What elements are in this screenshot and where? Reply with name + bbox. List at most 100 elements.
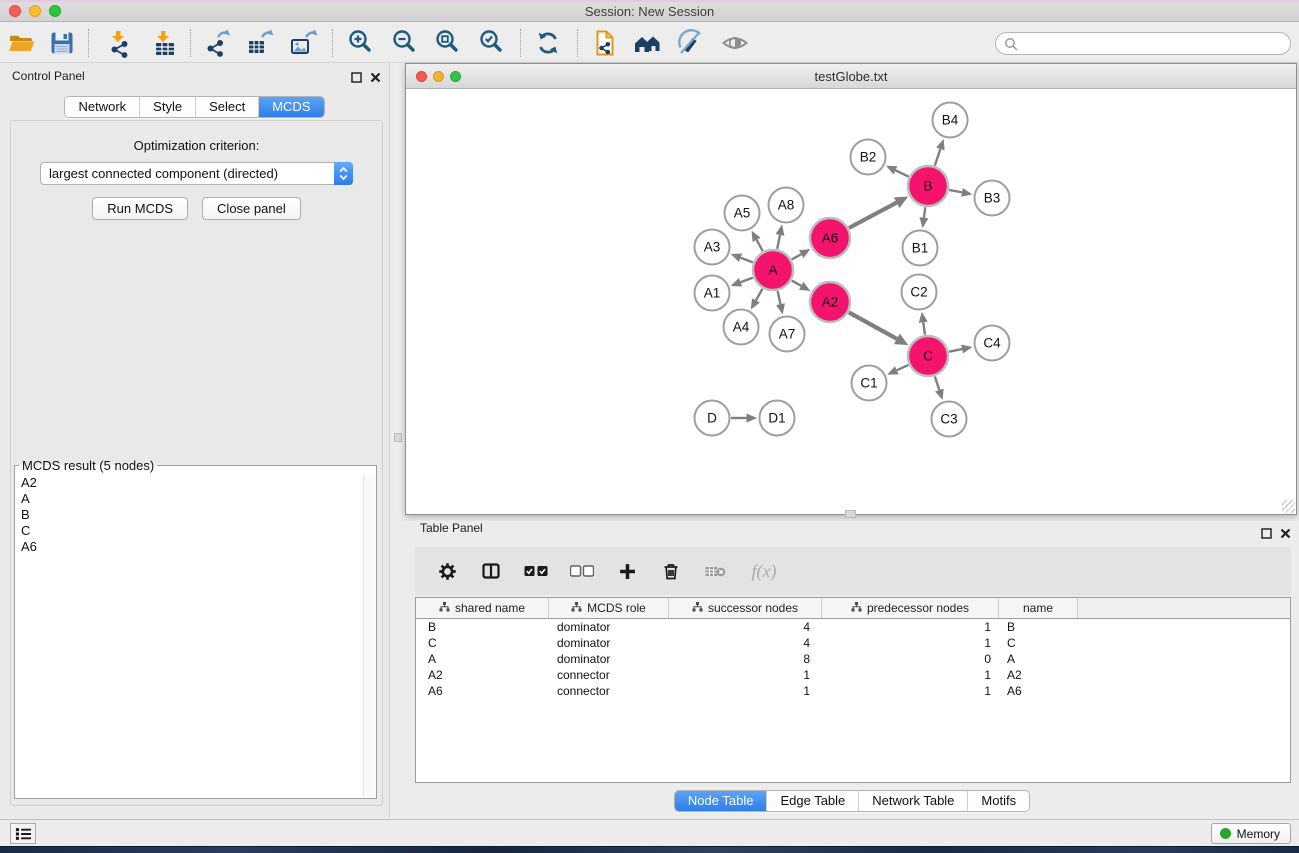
mcds-result-item[interactable]: A2 bbox=[16, 475, 363, 491]
save-session-button[interactable] bbox=[46, 27, 78, 59]
show-hide-panel-button[interactable] bbox=[719, 27, 751, 59]
graph-edge-B-B4[interactable] bbox=[935, 139, 945, 166]
graph-node-B2[interactable]: B2 bbox=[851, 140, 886, 175]
table-row[interactable]: A2connector11A2 bbox=[416, 667, 1290, 683]
tab-network[interactable]: Network bbox=[65, 97, 139, 117]
graph-edge-A-A6[interactable] bbox=[792, 249, 811, 259]
graph-edge-A-A1[interactable] bbox=[731, 278, 753, 287]
graph-node-D[interactable]: D bbox=[695, 401, 730, 436]
create-column-button[interactable] bbox=[615, 559, 639, 583]
graph-node-D1[interactable]: D1 bbox=[760, 401, 795, 436]
export-network-button[interactable] bbox=[202, 27, 234, 59]
graph-node-B4[interactable]: B4 bbox=[933, 103, 968, 138]
graph-node-A6[interactable]: A6 bbox=[810, 218, 850, 258]
column-header-name[interactable]: name bbox=[999, 598, 1078, 618]
graph-edge-A-A5[interactable] bbox=[752, 231, 763, 252]
graph-edge-B-B1[interactable] bbox=[919, 207, 928, 228]
graph-node-C1[interactable]: C1 bbox=[852, 366, 887, 401]
memory-button[interactable]: Memory bbox=[1211, 823, 1291, 844]
graph-node-A2[interactable]: A2 bbox=[810, 282, 850, 322]
graph-edge-A-A7[interactable] bbox=[776, 291, 785, 314]
close-table-panel-icon[interactable] bbox=[1280, 526, 1291, 544]
graph-node-C2[interactable]: C2 bbox=[902, 275, 937, 310]
column-header-shared-name[interactable]: shared name bbox=[416, 598, 549, 618]
select-all-columns-button[interactable] bbox=[523, 559, 549, 583]
mcds-result-item[interactable]: A bbox=[16, 491, 363, 507]
tab-network-table[interactable]: Network Table bbox=[858, 791, 967, 811]
delete-column-button[interactable] bbox=[659, 559, 683, 583]
tab-select[interactable]: Select bbox=[195, 97, 258, 117]
export-image-button[interactable] bbox=[287, 27, 319, 59]
table-row[interactable]: A6connector11A6 bbox=[416, 683, 1290, 699]
graph-node-C[interactable]: C bbox=[908, 336, 948, 376]
horizontal-splitter-handle[interactable] bbox=[845, 510, 856, 518]
graph-edge-B-B2[interactable] bbox=[886, 166, 909, 177]
graph-edge-D-D1[interactable] bbox=[731, 414, 757, 423]
tab-mcds[interactable]: MCDS bbox=[258, 97, 323, 117]
table-row[interactable]: Adominator80A bbox=[416, 651, 1290, 667]
open-session-button[interactable] bbox=[6, 27, 38, 59]
tab-motifs[interactable]: Motifs bbox=[967, 791, 1029, 811]
graph-node-C4[interactable]: C4 bbox=[975, 326, 1010, 361]
graph-node-B3[interactable]: B3 bbox=[975, 181, 1010, 216]
search-box[interactable] bbox=[995, 32, 1291, 55]
import-table-button[interactable] bbox=[149, 27, 181, 59]
graph-edge-C-C4[interactable] bbox=[949, 345, 972, 354]
graph-node-A5[interactable]: A5 bbox=[725, 196, 760, 231]
splitter-handle[interactable] bbox=[394, 433, 402, 442]
unselect-all-columns-button[interactable] bbox=[569, 559, 595, 583]
graph-node-A[interactable]: A bbox=[753, 250, 793, 290]
table-row[interactable]: Cdominator41C bbox=[416, 635, 1290, 651]
optimization-criterion-select[interactable]: largest connected component (directed) bbox=[40, 162, 353, 185]
graph-edge-B-B3[interactable] bbox=[949, 188, 972, 197]
graph-edge-C-C3[interactable] bbox=[935, 376, 944, 400]
graph-edge-A-A4[interactable] bbox=[751, 289, 763, 310]
tab-node-table[interactable]: Node Table bbox=[675, 791, 767, 811]
column-header-MCDS-role[interactable]: MCDS role bbox=[549, 598, 669, 618]
graph-node-A3[interactable]: A3 bbox=[695, 230, 730, 265]
graph-edge-A-A8[interactable] bbox=[776, 225, 785, 249]
mcds-result-item[interactable]: B bbox=[16, 507, 363, 523]
mcds-result-item[interactable]: C bbox=[16, 523, 363, 539]
first-neighbors-button[interactable] bbox=[631, 27, 663, 59]
zoom-fit-button[interactable] bbox=[432, 27, 464, 59]
graph-edge-A2-C[interactable] bbox=[849, 312, 908, 345]
import-network-button[interactable] bbox=[104, 27, 136, 59]
show-column-button[interactable] bbox=[479, 559, 503, 583]
graph-node-A7[interactable]: A7 bbox=[770, 317, 805, 352]
export-table-button[interactable] bbox=[244, 27, 276, 59]
delete-table-button[interactable] bbox=[703, 559, 727, 583]
graph-node-B1[interactable]: B1 bbox=[903, 231, 938, 266]
graph-edge-C-C2[interactable] bbox=[919, 312, 928, 335]
graph-node-C3[interactable]: C3 bbox=[932, 402, 967, 437]
function-builder-button[interactable]: f(x) bbox=[747, 559, 781, 583]
mcds-result-item[interactable]: A6 bbox=[16, 539, 363, 555]
run-mcds-button[interactable]: Run MCDS bbox=[92, 197, 188, 220]
tab-style[interactable]: Style bbox=[139, 97, 195, 117]
graph-node-A1[interactable]: A1 bbox=[695, 276, 730, 311]
zoom-out-button[interactable] bbox=[389, 27, 421, 59]
network-canvas[interactable]: B4 B2 B B3 A8 A5 A6 A3 B1 A A1 C2 A2 A4 A7 C4 C C1 C3 D D1 bbox=[406, 89, 1296, 514]
task-history-button[interactable] bbox=[10, 823, 36, 844]
table-settings-button[interactable] bbox=[435, 559, 459, 583]
vertical-splitter[interactable] bbox=[390, 63, 405, 819]
tab-edge-table[interactable]: Edge Table bbox=[766, 791, 858, 811]
new-network-from-selection-button[interactable] bbox=[589, 27, 621, 59]
float-table-panel-icon[interactable] bbox=[1261, 526, 1272, 544]
graph-node-A8[interactable]: A8 bbox=[769, 188, 804, 223]
close-panel-button[interactable]: Close panel bbox=[202, 197, 301, 220]
resize-grip[interactable] bbox=[1282, 500, 1295, 513]
float-panel-icon[interactable] bbox=[351, 70, 362, 88]
graph-edge-C-C1[interactable] bbox=[887, 365, 908, 375]
table-row[interactable]: Bdominator41B bbox=[416, 619, 1290, 635]
zoom-selected-button[interactable] bbox=[476, 27, 508, 59]
zoom-in-button[interactable] bbox=[345, 27, 377, 59]
graph-edge-A6-B[interactable] bbox=[849, 197, 908, 228]
search-input[interactable] bbox=[1023, 35, 1282, 52]
hide-graphics-details-button[interactable] bbox=[674, 27, 706, 59]
graph-node-A4[interactable]: A4 bbox=[724, 310, 759, 345]
graph-node-B[interactable]: B bbox=[908, 166, 948, 206]
apply-layout-button[interactable] bbox=[532, 27, 564, 59]
column-header-successor-nodes[interactable]: successor nodes bbox=[669, 598, 822, 618]
result-scrollbar[interactable] bbox=[363, 475, 375, 797]
